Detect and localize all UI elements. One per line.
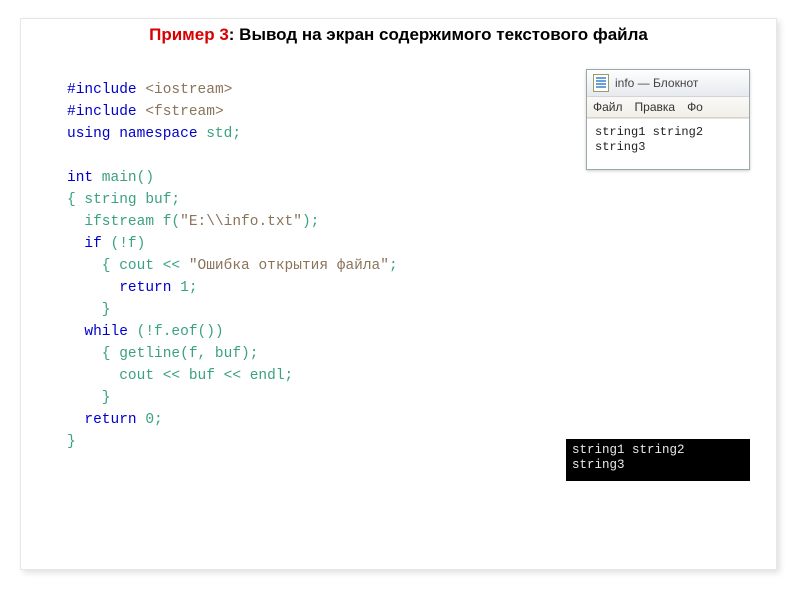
code-token: "Ошибка открытия файла" (189, 258, 389, 274)
code-block: #include <iostream> #include <fstream> u… (67, 79, 398, 453)
code-token: { (67, 192, 84, 208)
code-token: string buf; (84, 192, 180, 208)
title-rest: : Вывод на экран содержимого текстового … (229, 25, 648, 44)
code-token: (!f.eof()) (128, 324, 224, 340)
code-token: ifstream f( (67, 214, 180, 230)
code-token: #include (67, 104, 137, 120)
code-token: std; (198, 126, 242, 142)
menu-file[interactable]: Файл (593, 100, 623, 114)
notepad-titlebar: info — Блокнот (587, 70, 749, 97)
notepad-window: info — Блокнот Файл Правка Фо string1 stri… (586, 69, 750, 170)
console-line: string3 (572, 458, 625, 472)
code-token: int (67, 170, 93, 186)
code-token: #include (67, 82, 137, 98)
notepad-line: string3 (595, 140, 741, 155)
code-token: 1; (171, 280, 197, 296)
code-token: ; (389, 258, 398, 274)
slide-title: Пример 3: Вывод на экран содержимого тек… (21, 19, 776, 47)
notepad-title-text: info — Блокнот (615, 76, 698, 90)
code-token: } (67, 302, 111, 318)
slide: Пример 3: Вывод на экран содержимого тек… (20, 18, 777, 570)
menu-edit[interactable]: Правка (635, 100, 676, 114)
code-token: } (67, 390, 111, 406)
notepad-body[interactable]: string1 string2string3 (587, 118, 749, 169)
title-prefix: Пример 3 (149, 25, 229, 44)
code-token: namespace (111, 126, 198, 142)
code-token: cout << buf << endl; (67, 368, 293, 384)
code-token: (!f) (102, 236, 146, 252)
code-token: return (84, 412, 136, 428)
code-token: <iostream> (137, 82, 233, 98)
code-blank (67, 148, 76, 164)
code-token: ); (302, 214, 319, 230)
code-token: if (84, 236, 101, 252)
notepad-line: string1 string2 (595, 125, 741, 140)
notepad-menubar[interactable]: Файл Правка Фо (587, 97, 749, 118)
code-token: using (67, 126, 111, 142)
code-token: "E:\\info.txt" (180, 214, 302, 230)
code-token (67, 324, 84, 340)
code-token: <fstream> (137, 104, 224, 120)
code-token: return (119, 280, 171, 296)
console-output: string1 string2 string3 (566, 439, 750, 481)
code-token: 0; (137, 412, 163, 428)
code-token: main() (93, 170, 154, 186)
code-token (67, 412, 84, 428)
code-token: { cout << (67, 258, 189, 274)
code-token (67, 280, 119, 296)
console-line: string1 string2 (572, 443, 685, 457)
code-token (67, 236, 84, 252)
code-token: { getline(f, buf); (67, 346, 258, 362)
code-token: } (67, 434, 76, 450)
notepad-icon (593, 74, 609, 92)
code-token: while (84, 324, 128, 340)
menu-format[interactable]: Фо (687, 100, 703, 114)
